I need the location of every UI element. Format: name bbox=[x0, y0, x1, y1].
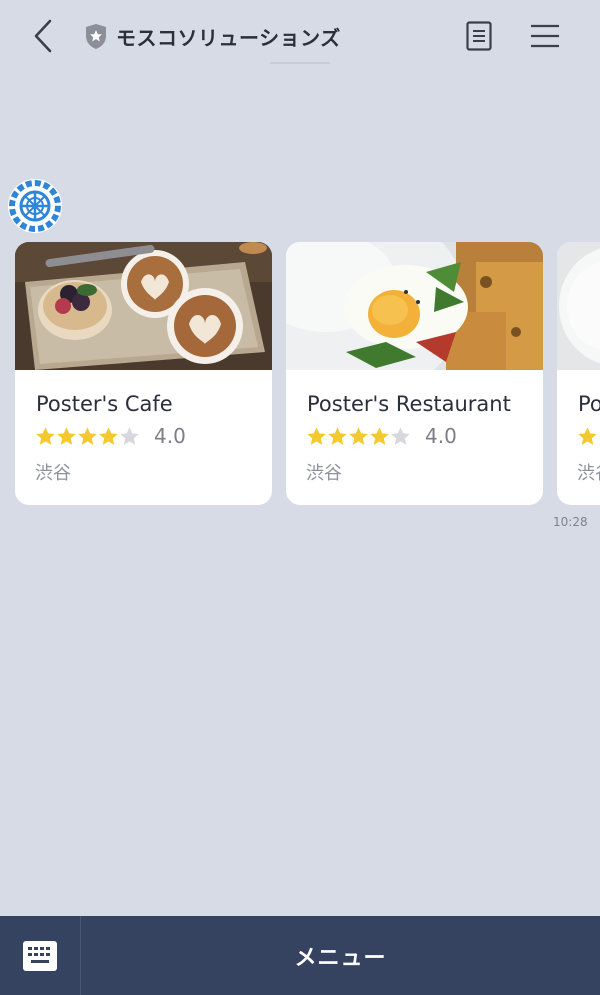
header: モスコソリューションズ bbox=[0, 0, 600, 72]
star-filled-icon bbox=[349, 426, 368, 445]
notes-icon bbox=[466, 21, 492, 51]
star-filled-icon bbox=[99, 426, 118, 445]
star-empty-icon bbox=[120, 426, 139, 445]
card-posters-restaurant[interactable]: Poster's Restaurant 4.0 渋谷 bbox=[286, 242, 543, 505]
bot-avatar-icon bbox=[9, 180, 61, 232]
star-filled-icon bbox=[78, 426, 97, 445]
card-title: Po bbox=[578, 392, 600, 416]
star-filled-icon bbox=[307, 426, 326, 445]
fried-egg-dish-photo bbox=[286, 242, 543, 370]
card-location: 渋谷 bbox=[35, 463, 71, 484]
rich-menu-toggle[interactable]: メニュー bbox=[81, 916, 600, 995]
card-posters-cafe[interactable]: Poster's Cafe 4.0 渋谷 bbox=[15, 242, 272, 505]
rating-value: 4.0 bbox=[425, 424, 457, 448]
avatar[interactable] bbox=[8, 179, 62, 233]
star-rating bbox=[577, 426, 598, 447]
page-title: モスコソリューションズ bbox=[116, 25, 341, 50]
card-location: 渋谷 bbox=[577, 463, 600, 484]
card-location: 渋谷 bbox=[306, 463, 342, 484]
rating: 4.0 bbox=[35, 424, 186, 448]
message-timestamp: 10:28 bbox=[553, 515, 588, 529]
card-title: Poster's Cafe bbox=[36, 392, 173, 416]
back-button[interactable] bbox=[28, 18, 58, 54]
notes-button[interactable] bbox=[464, 20, 494, 52]
carousel[interactable]: Poster's Cafe 4.0 渋谷 Poster's Restaurant… bbox=[0, 242, 600, 506]
star-rating bbox=[306, 426, 411, 447]
star-filled-icon bbox=[328, 426, 347, 445]
latte-art-and-cake-photo bbox=[15, 242, 272, 370]
star-filled-icon bbox=[370, 426, 389, 445]
rating bbox=[577, 424, 598, 448]
card-title: Poster's Restaurant bbox=[307, 392, 511, 416]
menu-button[interactable] bbox=[528, 20, 562, 52]
bottom-menu-bar: メニュー bbox=[0, 916, 600, 995]
header-divider bbox=[270, 62, 330, 64]
chat-title: モスコソリューションズ bbox=[84, 20, 341, 52]
card-partial[interactable]: Po 渋谷 bbox=[557, 242, 600, 505]
rating-value: 4.0 bbox=[154, 424, 186, 448]
keyboard-button[interactable] bbox=[0, 916, 81, 995]
white-plate-photo bbox=[557, 242, 600, 370]
star-filled-icon bbox=[57, 426, 76, 445]
star-empty-icon bbox=[391, 426, 410, 445]
star-rating bbox=[35, 426, 140, 447]
chevron-left-icon bbox=[34, 19, 52, 53]
shield-star-icon bbox=[86, 23, 106, 49]
star-filled-icon bbox=[36, 426, 55, 445]
keyboard-icon bbox=[23, 940, 57, 971]
hamburger-icon bbox=[531, 24, 559, 48]
rating: 4.0 bbox=[306, 424, 457, 448]
star-filled-icon bbox=[578, 426, 597, 445]
